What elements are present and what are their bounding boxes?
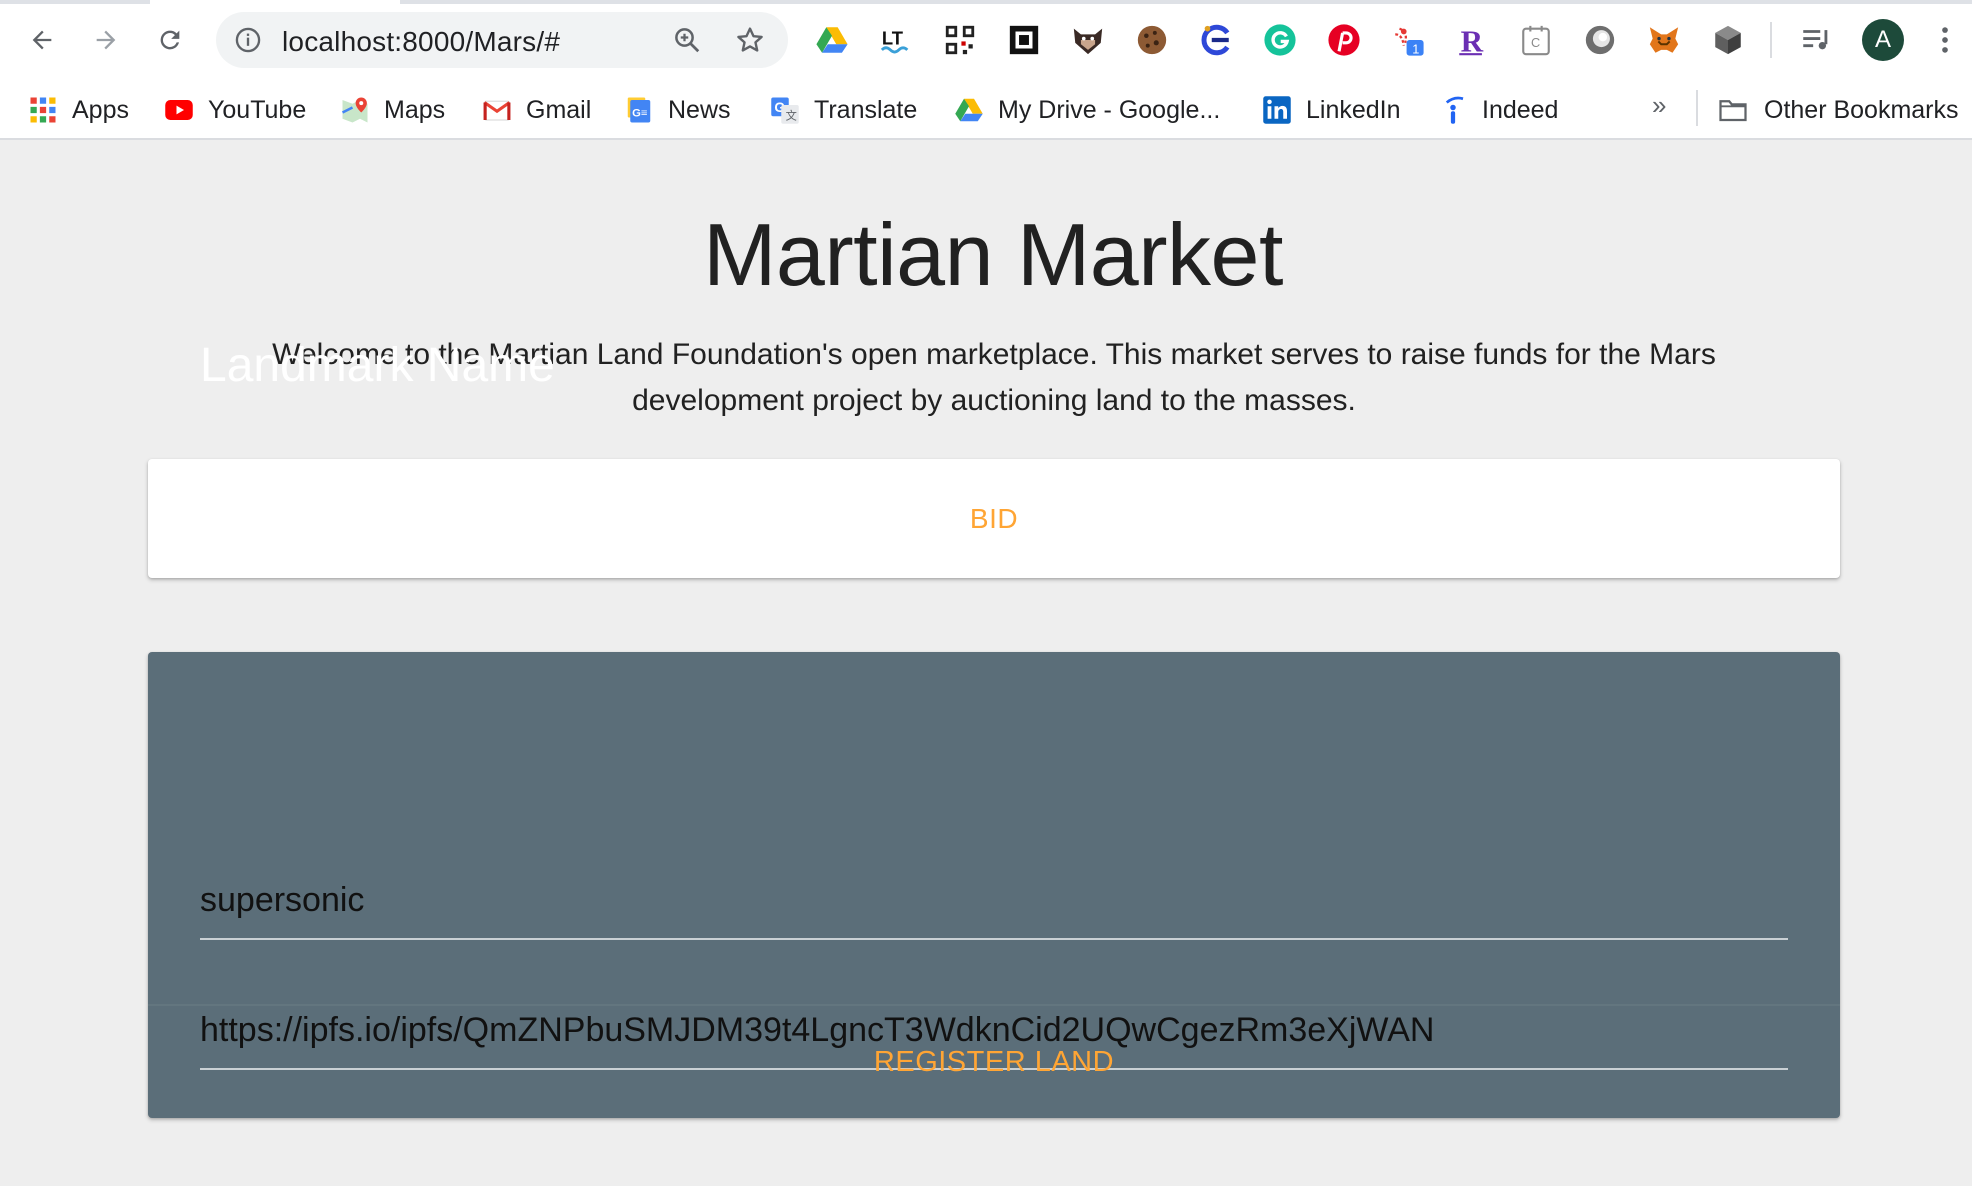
bookmark-indeed[interactable]: Indeed — [1438, 88, 1558, 132]
bookmark-gmail[interactable]: Gmail — [482, 88, 591, 132]
url-text[interactable]: localhost:8000/Mars/# — [282, 26, 560, 58]
toolbar-divider — [1770, 22, 1772, 58]
languagetool-extension-icon[interactable]: LT — [876, 20, 916, 60]
back-button[interactable] — [20, 18, 64, 62]
bookmark-linkedin[interactable]: LinkedIn — [1262, 88, 1401, 132]
svg-text:G≡: G≡ — [632, 107, 648, 119]
landmark-name-input[interactable] — [200, 881, 1788, 920]
zoom-icon[interactable] — [672, 25, 702, 55]
gmail-icon — [482, 95, 512, 125]
svg-text:R: R — [1461, 23, 1484, 57]
news-icon: G≡ — [624, 95, 654, 125]
folder-icon — [1716, 95, 1750, 125]
bookmark-label: YouTube — [208, 95, 307, 124]
site-info-icon[interactable] — [234, 26, 262, 54]
bookmark-label: Maps — [384, 95, 446, 124]
maps-pin-icon — [340, 95, 370, 125]
bookmark-label: Indeed — [1482, 95, 1559, 124]
forward-button[interactable] — [84, 18, 128, 62]
qr-code-extension-icon[interactable] — [940, 20, 980, 60]
bookmark-my-drive[interactable]: My Drive - Google... — [954, 88, 1220, 132]
youtube-icon — [164, 95, 194, 125]
bid-card: BID — [148, 459, 1840, 578]
notification-extension-icon[interactable]: 1 — [1388, 20, 1428, 60]
calendar-extension-icon[interactable]: C — [1516, 20, 1556, 60]
svg-text:文: 文 — [786, 108, 797, 122]
circle-extension-icon[interactable] — [1580, 20, 1620, 60]
playlist-extension-icon[interactable] — [1796, 20, 1836, 60]
page-content: Martian Market Welcome to the Martian La… — [0, 142, 1972, 1186]
clipper-extension-icon[interactable] — [1196, 20, 1236, 60]
svg-text:C: C — [1531, 35, 1540, 50]
bookmark-other-bookmarks[interactable]: Other Bookmarks — [1716, 88, 1959, 132]
bookmark-apps[interactable]: Apps — [28, 88, 129, 132]
indeed-icon — [1438, 95, 1468, 125]
landmark-name-field — [200, 848, 1788, 940]
bookmark-label: Apps — [72, 95, 129, 124]
r-extension-icon[interactable]: R — [1452, 20, 1492, 60]
bookmark-label: Other Bookmarks — [1764, 95, 1959, 124]
translate-icon: G文 — [770, 95, 800, 125]
bookmark-label: Gmail — [526, 95, 592, 124]
bookmark-label: Translate — [814, 95, 918, 124]
cube-extension-icon[interactable] — [1708, 20, 1748, 60]
bid-button[interactable]: BID — [148, 459, 1840, 578]
back-arrow-icon — [32, 30, 52, 50]
google-drive-icon — [954, 95, 984, 125]
reload-button[interactable] — [148, 18, 192, 62]
landmark-name-label: Landmark Name — [200, 339, 555, 392]
linkedin-icon — [1262, 95, 1292, 125]
pinterest-extension-icon[interactable] — [1324, 20, 1364, 60]
bookmark-label: My Drive - Google... — [998, 95, 1221, 124]
forward-arrow-icon — [96, 30, 116, 50]
page-title: Martian Market — [703, 205, 1283, 304]
metamask-extension-icon[interactable] — [1644, 20, 1684, 60]
active-tab[interactable] — [150, 0, 400, 4]
grammarly-extension-icon[interactable] — [1260, 20, 1300, 60]
bookmark-star-icon[interactable] — [734, 24, 766, 56]
reload-icon — [160, 30, 180, 50]
square-frame-extension-icon[interactable] — [1004, 20, 1044, 60]
dog-mask-extension-icon[interactable] — [1068, 20, 1108, 60]
profile-avatar[interactable]: A — [1862, 19, 1904, 61]
bookmark-news[interactable]: G≡ News — [624, 88, 731, 132]
svg-text:LT: LT — [882, 27, 904, 48]
bookmark-label: News — [668, 95, 731, 124]
address-bar[interactable]: localhost:8000/Mars/# — [216, 12, 788, 68]
bookmark-label: LinkedIn — [1306, 95, 1401, 124]
bookmarks-divider — [1696, 90, 1698, 126]
bookmark-maps[interactable]: Maps — [340, 88, 445, 132]
more-menu-icon[interactable] — [1928, 22, 1962, 58]
bookmark-translate[interactable]: G文 Translate — [770, 88, 917, 132]
cookie-extension-icon[interactable] — [1132, 20, 1172, 60]
register-land-button[interactable]: REGISTER LAND — [148, 1006, 1840, 1118]
browser-toolbar: localhost:8000/Mars/# LT 1 R C A — [0, 0, 1972, 80]
bookmarks-overflow-button[interactable]: » — [1652, 90, 1666, 121]
google-drive-extension-icon[interactable] — [812, 20, 852, 60]
tab-strip — [0, 0, 1972, 4]
bookmark-youtube[interactable]: YouTube — [164, 88, 306, 132]
svg-text:1: 1 — [1412, 41, 1419, 56]
bookmarks-bar: Apps YouTube Maps Gmail G≡ News G文 Trans… — [0, 80, 1972, 140]
register-land-card: REGISTER LAND — [148, 652, 1840, 1118]
apps-grid-icon — [28, 95, 58, 125]
